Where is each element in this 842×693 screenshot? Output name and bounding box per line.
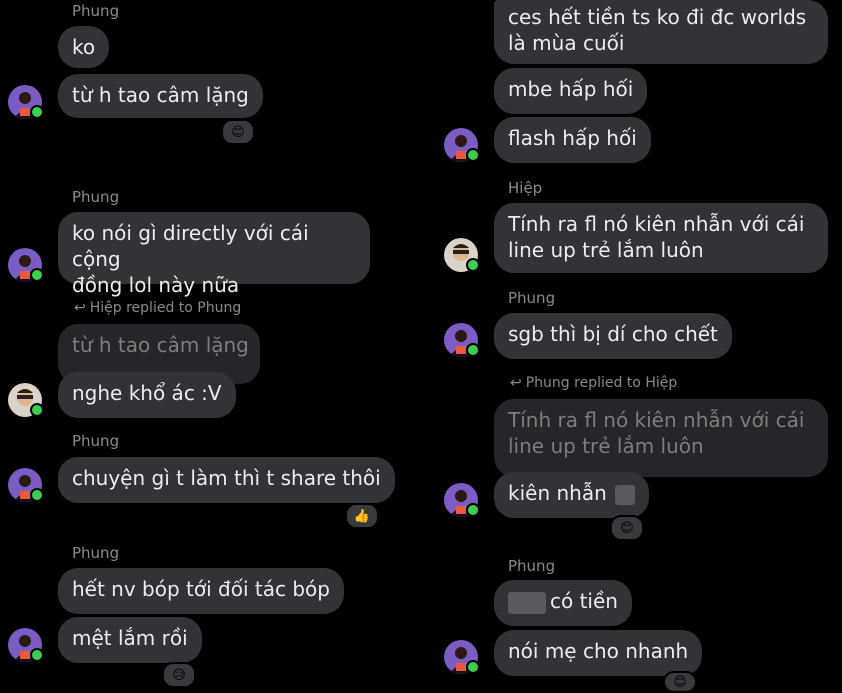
thumbs-up-emoji-icon: 👍 [353, 508, 371, 524]
message-bubble[interactable]: từ h tao câm lặng [58, 74, 263, 118]
smile-emoji-icon: 😊 [231, 124, 245, 140]
online-dot-icon [466, 343, 480, 357]
message-bubble[interactable]: mệt lắm rồi [58, 617, 202, 663]
message-bubble[interactable]: ko nói gì directly với cái cộng đồng lol… [58, 212, 370, 297]
avatar-phung[interactable] [444, 323, 480, 357]
sender-name: Phung [72, 544, 120, 562]
message-bubble[interactable]: flash hấp hối [494, 117, 651, 163]
reaction-badge[interactable]: 😊 [221, 119, 255, 145]
reply-label-text: Phung replied to Hiệp [525, 375, 678, 391]
avatar-phung[interactable] [444, 128, 480, 162]
message-bubble[interactable]: Tính ra fl nó kiên nhẫn với cái line up … [494, 203, 828, 273]
online-dot-icon [30, 105, 44, 119]
message-bubble[interactable]: mbe hấp hối [494, 68, 648, 114]
online-dot-icon [30, 403, 44, 417]
censored-block [508, 591, 546, 614]
sender-name: Phung [508, 289, 556, 307]
message-bubble[interactable]: ces hết tiền ts ko đi đc worlds là mùa c… [494, 0, 828, 64]
reply-header: ↩ Phung replied to Hiệp [510, 375, 677, 391]
sender-name: Phung [72, 2, 120, 20]
avatar-phung[interactable] [444, 483, 480, 517]
online-dot-icon [30, 488, 44, 502]
online-dot-icon [466, 258, 480, 272]
censored-block [615, 484, 636, 505]
avatar-phung[interactable] [8, 628, 44, 662]
online-dot-icon [466, 148, 480, 162]
reaction-badge[interactable]: 😥 [162, 662, 196, 688]
right-chat-column: ces hết tiền ts ko đi đc worlds là mùa c… [421, 0, 842, 693]
message-bubble[interactable]: nghe khổ ác :V [58, 372, 236, 418]
reply-label-text: Hiệp replied to Phung [89, 300, 242, 316]
sender-name: Hiệp [508, 179, 543, 197]
sender-name: Phung [72, 188, 120, 206]
online-dot-icon [466, 660, 480, 674]
avatar-phung[interactable] [8, 248, 44, 282]
reaction-badge[interactable]: 😊 [663, 671, 697, 693]
message-bubble[interactable]: ko [58, 26, 110, 68]
message-bubble[interactable]: chuyện gì t làm thì t share thôi [58, 457, 395, 503]
smile-emoji-icon: 😊 [620, 520, 634, 536]
avatar-hiep[interactable] [8, 383, 44, 417]
smile-emoji-icon: 😊 [673, 674, 687, 690]
message-bubble[interactable]: hết nv bóp tới đối tác bóp [58, 568, 344, 614]
reply-arrow-icon: ↩ [74, 300, 86, 316]
reply-header: ↩ Hiệp replied to Phung [74, 300, 241, 316]
sad-emoji-icon: 😥 [172, 667, 186, 683]
message-text: có tiền [550, 589, 618, 613]
avatar-phung[interactable] [8, 85, 44, 119]
avatar-hiep[interactable] [444, 238, 480, 272]
sender-name: Phung [72, 432, 120, 450]
quoted-message[interactable]: Tính ra fl nó kiên nhẫn với cái line up … [494, 399, 828, 477]
avatar-phung[interactable] [8, 468, 44, 502]
online-dot-icon [30, 268, 44, 282]
avatar-phung[interactable] [444, 640, 480, 674]
online-dot-icon [466, 503, 480, 517]
sender-name: Phung [508, 557, 556, 575]
online-dot-icon [30, 648, 44, 662]
message-text: kiên nhẫn [508, 481, 607, 505]
message-bubble[interactable]: có tiền [494, 580, 632, 626]
reaction-badge[interactable]: 😊 [610, 515, 644, 541]
reply-arrow-icon: ↩ [510, 375, 522, 391]
message-bubble[interactable]: sgb thì bị dí cho chết [494, 313, 732, 359]
reaction-badge[interactable]: 👍 [345, 503, 379, 529]
message-bubble[interactable]: nói mẹ cho nhanh [494, 630, 703, 676]
left-chat-column: Phung ko từ h tao câm lặng 😊 Phung ko nó… [0, 0, 421, 693]
message-bubble[interactable]: kiên nhẫn [494, 472, 650, 518]
